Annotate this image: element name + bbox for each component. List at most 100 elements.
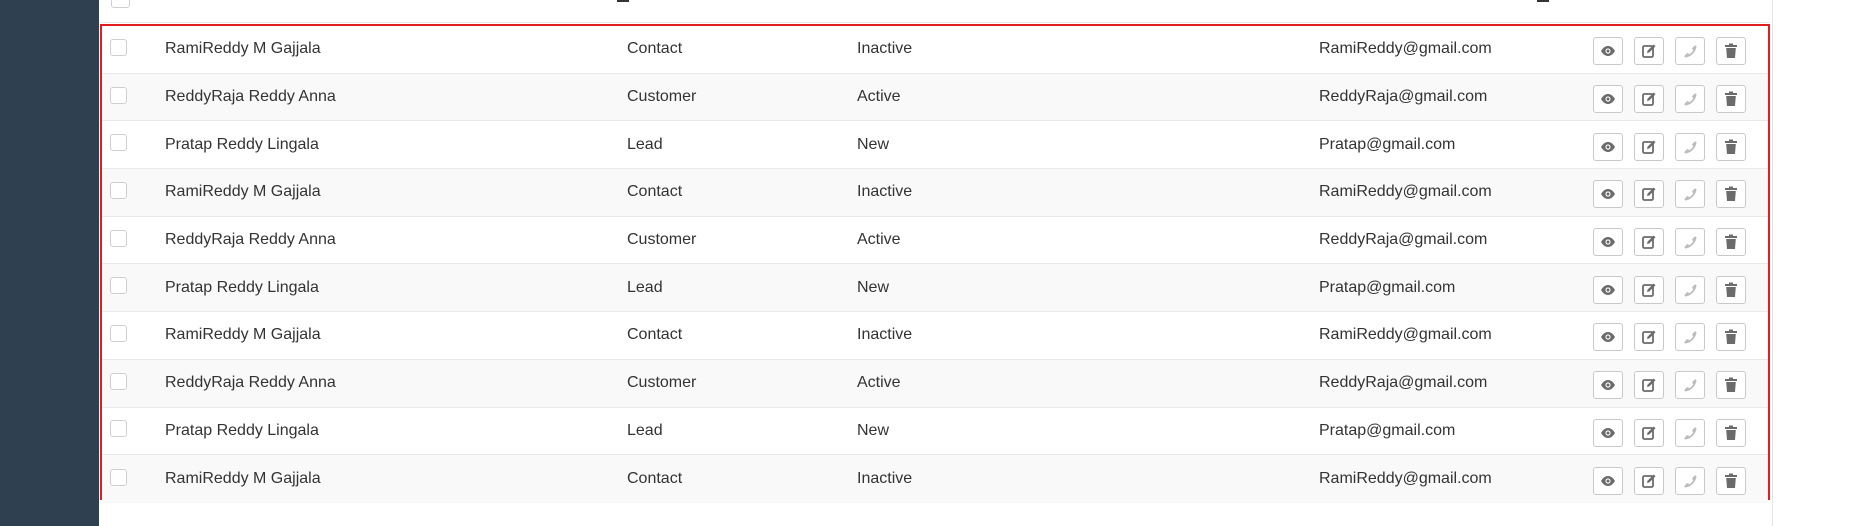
select-all-checkbox[interactable] [111,0,130,8]
row-checkbox[interactable] [110,420,127,438]
contact-category: Contact [627,183,683,201]
trash-icon [1724,329,1738,345]
edit-button[interactable] [1634,37,1664,66]
row-actions [1593,74,1763,121]
contact-email: Pratap@gmail.com [1319,135,1456,153]
eye-icon [1600,379,1616,391]
delete-button[interactable] [1716,37,1746,66]
contact-email: Pratap@gmail.com [1319,278,1456,296]
contact-status: Active [857,374,901,392]
view-button[interactable] [1593,371,1623,400]
edit-button[interactable] [1634,275,1664,304]
call-button[interactable] [1675,467,1705,496]
call-button[interactable] [1675,37,1705,66]
delete-button[interactable] [1716,180,1746,209]
edit-icon [1641,139,1657,155]
call-button[interactable] [1675,275,1705,304]
delete-button[interactable] [1716,467,1746,496]
eye-icon [1600,427,1616,439]
trash-icon [1724,377,1738,393]
contact-name: Pratap Reddy Lingala [165,421,319,439]
delete-button[interactable] [1716,228,1746,257]
contact-email: RamiReddy@gmail.com [1319,326,1492,344]
row-actions [1593,217,1763,264]
call-button[interactable] [1675,418,1705,447]
edit-button[interactable] [1634,180,1664,209]
row-select-cell [110,312,130,359]
delete-button[interactable] [1716,418,1746,447]
delete-button[interactable] [1716,275,1746,304]
edit-button[interactable] [1634,85,1664,114]
trash-icon [1724,234,1738,250]
table-row: ReddyRaja Reddy Anna Customer Active Red… [102,216,1768,265]
contact-status: New [857,135,890,153]
row-actions [1593,360,1763,407]
row-checkbox[interactable] [110,134,127,152]
view-button[interactable] [1593,323,1623,352]
call-button[interactable] [1675,85,1705,114]
eye-icon [1600,93,1616,105]
edit-button[interactable] [1634,132,1664,161]
view-button[interactable] [1593,275,1623,304]
delete-button[interactable] [1716,85,1746,114]
contact-name: ReddyRaja Reddy Anna [165,231,336,249]
row-select-cell [110,74,130,121]
edit-button[interactable] [1634,418,1664,447]
call-button[interactable] [1675,228,1705,257]
call-button[interactable] [1675,132,1705,161]
row-select-cell [110,455,130,503]
row-select-cell [110,169,130,216]
header-text-fragment [1537,0,1549,2]
eye-icon [1600,475,1616,487]
row-select-cell [110,264,130,311]
contact-status: Inactive [857,183,913,201]
edit-icon [1641,329,1657,345]
edit-icon [1641,186,1657,202]
trash-icon [1724,139,1738,155]
call-button[interactable] [1675,371,1705,400]
row-checkbox[interactable] [110,181,127,199]
edit-button[interactable] [1634,467,1664,496]
view-button[interactable] [1593,418,1623,447]
view-button[interactable] [1593,467,1623,496]
contact-status: Active [857,88,901,106]
contact-name: RamiReddy M Gajjala [165,470,321,488]
row-checkbox[interactable] [110,468,127,486]
table-row: Pratap Reddy Lingala Lead New Pratap@gma… [102,407,1768,456]
view-button[interactable] [1593,85,1623,114]
edit-button[interactable] [1634,323,1664,352]
delete-button[interactable] [1716,132,1746,161]
trash-icon [1724,282,1738,298]
contact-category: Customer [627,374,697,392]
row-checkbox[interactable] [110,324,127,342]
view-button[interactable] [1593,132,1623,161]
view-button[interactable] [1593,180,1623,209]
row-checkbox[interactable] [110,38,127,56]
row-checkbox[interactable] [110,86,127,104]
row-checkbox[interactable] [110,372,127,390]
call-button[interactable] [1675,323,1705,352]
view-button[interactable] [1593,228,1623,257]
row-checkbox[interactable] [110,277,127,295]
table-row: ReddyRaja Reddy Anna Customer Active Red… [102,73,1768,122]
row-checkbox[interactable] [110,229,127,247]
table-row: RamiReddy M Gajjala Contact Inactive Ram… [102,26,1768,74]
table-row: Pratap Reddy Lingala Lead New Pratap@gma… [102,264,1768,313]
eye-icon [1600,45,1616,57]
contact-status: New [857,278,890,296]
contact-status: Inactive [857,470,913,488]
view-button[interactable] [1593,37,1623,66]
phone-icon [1682,473,1698,489]
phone-icon [1682,282,1698,298]
edit-icon [1641,234,1657,250]
contact-name: RamiReddy M Gajjala [165,326,321,344]
edit-button[interactable] [1634,371,1664,400]
table-row: RamiReddy M Gajjala Contact Inactive Ram… [102,455,1768,503]
contact-status: Active [857,231,901,249]
delete-button[interactable] [1716,371,1746,400]
call-button[interactable] [1675,180,1705,209]
edit-button[interactable] [1634,228,1664,257]
delete-button[interactable] [1716,323,1746,352]
table-row: RamiReddy M Gajjala Contact Inactive Ram… [102,169,1768,217]
contact-category: Lead [627,421,663,439]
